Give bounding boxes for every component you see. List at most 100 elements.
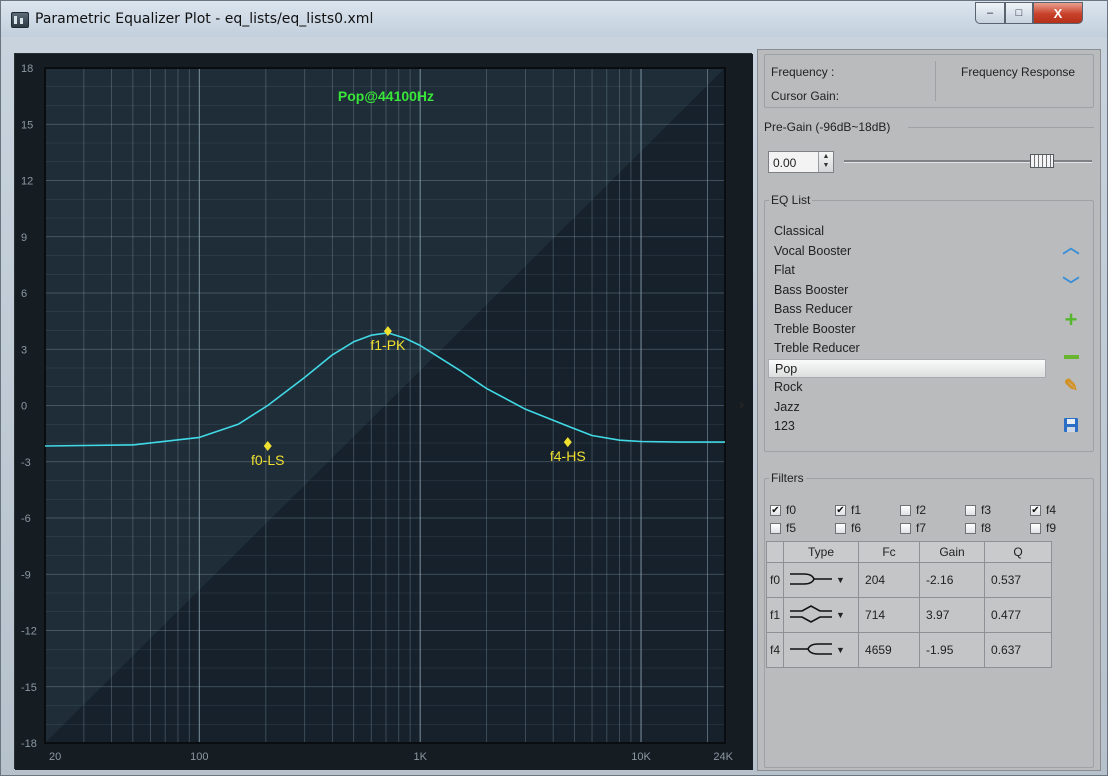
move-down-button[interactable]: ﹀ xyxy=(1058,272,1084,295)
filter-row: f4 ▼ 4659 -1.95 0.637 xyxy=(765,632,1053,668)
x-tick-label: 20 xyxy=(49,751,61,763)
filter-row-name: f1 xyxy=(765,597,785,633)
filter-col-gain: Gain xyxy=(919,541,986,563)
eq-plot-area[interactable]: 18 15 12 9 6 3 0 -3 -6 -9 -12 -15 -18 20 100 1K 10K 24K Po… xyxy=(14,53,753,770)
pregain-slider-handle[interactable] xyxy=(1030,154,1054,168)
filter-fc-cell[interactable]: 714 xyxy=(858,597,921,633)
filter-col-q: Q xyxy=(984,541,1053,563)
filter-checkbox[interactable] xyxy=(770,523,781,534)
info-divider xyxy=(935,61,936,101)
high-shelf-icon xyxy=(788,638,834,663)
close-icon: X xyxy=(1053,5,1063,21)
maximize-button[interactable]: □ xyxy=(1005,2,1033,24)
title-bar[interactable]: Parametric Equalizer Plot - eq_lists/eq_… xyxy=(1,1,1107,37)
eq-list-item[interactable]: Classical xyxy=(768,222,1046,241)
cursor-gain-label: Cursor Gain: xyxy=(771,89,840,103)
eq-list-item[interactable]: Bass Booster xyxy=(768,281,1046,300)
filter-checkbox[interactable] xyxy=(965,523,976,534)
filter-col-fc: Fc xyxy=(858,541,921,563)
frequency-label: Frequency : xyxy=(771,65,835,79)
eq-list-item[interactable]: 123 xyxy=(768,417,1046,436)
filter-checkbox-label: f8 xyxy=(981,521,992,535)
filter-type-dropdown[interactable]: ▼ xyxy=(783,562,860,598)
filter-fc-cell[interactable]: 4659 xyxy=(858,632,921,668)
filter-checkbox-label: f6 xyxy=(851,521,862,535)
filter-checkbox-label: f5 xyxy=(786,521,797,535)
dropdown-arrow-icon: ▼ xyxy=(836,575,845,585)
eq-list-item[interactable]: Treble Reducer xyxy=(768,339,1046,358)
y-tick-label: -9 xyxy=(21,569,31,581)
eq-list-item[interactable]: Flat xyxy=(768,261,1046,280)
chevron-down-icon: ﹀ xyxy=(1062,275,1080,295)
close-button[interactable]: X xyxy=(1033,2,1083,24)
pregain-spinbox[interactable]: 0.00 ▲ ▼ xyxy=(768,151,834,173)
pregain-slider-track[interactable] xyxy=(844,160,1092,163)
spin-arrows-icon[interactable]: ▲ ▼ xyxy=(818,152,833,172)
eq-list-item[interactable]: Pop xyxy=(768,358,1046,378)
frequency-response-label: Frequency Response xyxy=(961,65,1076,79)
minimize-button[interactable]: – xyxy=(975,2,1005,24)
filter-q-cell[interactable]: 0.637 xyxy=(984,632,1053,668)
filter-col-row xyxy=(765,541,785,563)
y-tick-label: -12 xyxy=(21,626,37,638)
add-button[interactable]: + xyxy=(1058,307,1084,332)
filter-checkbox[interactable] xyxy=(900,523,911,534)
filter-row: f1 ▼ 714 3.97 0.477 xyxy=(765,597,1053,633)
filter-marker-label: f4-HS xyxy=(550,448,586,464)
filter-q-cell[interactable]: 0.537 xyxy=(984,562,1053,598)
eq-list-item[interactable]: Bass Reducer xyxy=(768,300,1046,319)
y-tick-label: 6 xyxy=(21,288,27,300)
splitter-arrow-icon[interactable] xyxy=(740,401,745,409)
filter-table: Type Fc Gain Q f0 ▼ 204 -2.16 0.537 f1 ▼ 714 3.9… xyxy=(765,541,1053,668)
eq-list-item[interactable]: Jazz xyxy=(768,398,1046,417)
eq-list-item[interactable]: Treble Booster xyxy=(768,320,1046,339)
filter-type-dropdown[interactable]: ▼ xyxy=(783,632,860,668)
dropdown-arrow-icon: ▼ xyxy=(836,645,845,655)
eq-list-item[interactable]: Vocal Booster xyxy=(768,242,1046,261)
info-group: Frequency : Cursor Gain: Frequency Respo… xyxy=(764,54,1094,108)
filter-checkbox[interactable] xyxy=(835,523,846,534)
filter-checkbox-label: f9 xyxy=(1046,521,1057,535)
edit-button[interactable]: ✎ xyxy=(1058,375,1084,397)
maximize-icon: □ xyxy=(1015,7,1023,19)
low-shelf-icon xyxy=(788,568,834,593)
filter-fc-cell[interactable]: 204 xyxy=(858,562,921,598)
y-tick-label: -18 xyxy=(21,738,37,750)
app-icon xyxy=(11,12,29,28)
save-button[interactable] xyxy=(1058,414,1084,436)
filter-gain-cell[interactable]: 3.97 xyxy=(919,597,986,633)
move-up-button[interactable]: ︿ xyxy=(1058,234,1084,257)
eq-list-item[interactable]: Rock xyxy=(768,378,1046,397)
filter-checkbox[interactable]: ✔ xyxy=(1030,505,1041,516)
plus-icon: + xyxy=(1064,307,1078,332)
filter-checkbox[interactable] xyxy=(900,505,911,516)
y-tick-label: 9 xyxy=(21,232,27,244)
filter-checkbox[interactable] xyxy=(1030,523,1041,534)
filter-gain-cell[interactable]: -1.95 xyxy=(919,632,986,668)
filter-checkbox-label: f7 xyxy=(916,521,927,535)
filter-checkbox[interactable]: ✔ xyxy=(770,505,781,516)
y-tick-label: -3 xyxy=(21,457,31,469)
filter-checkbox[interactable] xyxy=(965,505,976,516)
y-tick-label: -15 xyxy=(21,682,37,694)
filter-row: f0 ▼ 204 -2.16 0.537 xyxy=(765,562,1053,598)
y-tick-label: 18 xyxy=(21,63,33,75)
pregain-value[interactable]: 0.00 xyxy=(773,156,796,170)
filter-checkbox-label: f1 xyxy=(851,503,862,517)
filter-type-dropdown[interactable]: ▼ xyxy=(783,597,860,633)
right-panel: Frequency : Cursor Gain: Frequency Respo… xyxy=(757,49,1101,771)
window-title: Parametric Equalizer Plot - eq_lists/eq_… xyxy=(35,11,374,27)
y-tick-label: 12 xyxy=(21,176,33,188)
filter-q-cell[interactable]: 0.477 xyxy=(984,597,1053,633)
pencil-icon: ✎ xyxy=(1063,376,1079,395)
x-tick-label: 100 xyxy=(190,751,208,763)
filter-marker-label: f0-LS xyxy=(251,452,284,468)
filter-gain-cell[interactable]: -2.16 xyxy=(919,562,986,598)
y-tick-label: 0 xyxy=(21,401,27,413)
app-window: Parametric Equalizer Plot - eq_lists/eq_… xyxy=(0,0,1108,776)
remove-button[interactable] xyxy=(1058,343,1084,365)
eq-plot-svg[interactable]: 18 15 12 9 6 3 0 -3 -6 -9 -12 -15 -18 20 100 1K 10K 24K Po… xyxy=(15,54,753,770)
filter-checkbox[interactable]: ✔ xyxy=(835,505,846,516)
eq-list-title: EQ List xyxy=(769,193,813,207)
x-tick-label: 10K xyxy=(631,751,651,763)
